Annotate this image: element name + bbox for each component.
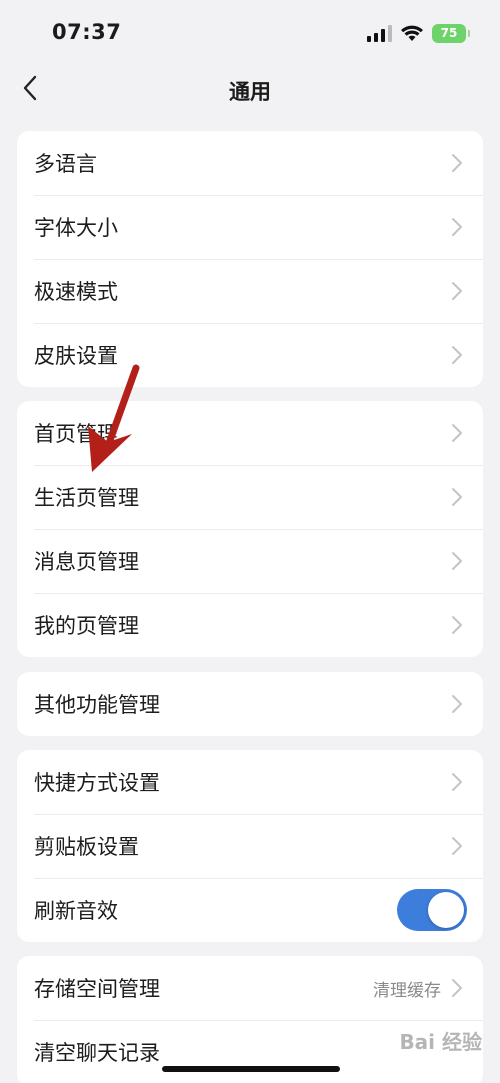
home-indicator[interactable] [162, 1066, 340, 1072]
settings-group-other: 其他功能管理 [17, 672, 483, 736]
watermark-text: Bai 经验 [399, 1030, 482, 1054]
row-shortcut-settings[interactable]: 快捷方式设置 [17, 750, 483, 814]
chevron-right-icon [452, 282, 462, 300]
nav-bar: 通用 [0, 66, 500, 112]
refresh-sound-toggle[interactable] [397, 889, 467, 931]
row-skin-settings[interactable]: 皮肤设置 [17, 323, 483, 387]
row-font-size[interactable]: 字体大小 [17, 195, 483, 259]
wifi-icon [401, 25, 423, 41]
chevron-right-icon [452, 616, 462, 634]
watermark-logo: Bai 经验 [399, 1026, 482, 1055]
row-label: 刷新音效 [34, 899, 118, 923]
status-time: 07:37 [52, 20, 122, 44]
row-life-page-manage[interactable]: 生活页管理 [17, 465, 483, 529]
row-label: 字体大小 [34, 216, 118, 240]
chevron-right-icon [452, 154, 462, 172]
row-multi-language[interactable]: 多语言 [17, 131, 483, 195]
chevron-right-icon [452, 488, 462, 506]
row-label: 极速模式 [34, 280, 118, 304]
chevron-right-icon [452, 773, 462, 791]
chevron-right-icon [452, 979, 462, 997]
row-label: 我的页管理 [34, 614, 139, 638]
row-label: 多语言 [34, 152, 97, 176]
row-my-page-manage[interactable]: 我的页管理 [17, 593, 483, 657]
settings-group-language: 多语言 字体大小 极速模式 皮肤设置 [17, 131, 483, 387]
row-home-page-manage[interactable]: 首页管理 [17, 401, 483, 465]
settings-group-storage: 存储空间管理 清理缓存 清空聊天记录 [17, 956, 483, 1083]
row-label: 存储空间管理 [34, 977, 160, 1001]
battery-level: 75 [440, 26, 458, 40]
clear-cache-value: 清理缓存 [373, 980, 441, 1001]
row-other-features-manage[interactable]: 其他功能管理 [17, 672, 483, 736]
cellular-signal-icon [367, 24, 392, 42]
row-refresh-sound: 刷新音效 [17, 878, 483, 942]
row-clipboard-settings[interactable]: 剪贴板设置 [17, 814, 483, 878]
row-label: 剪贴板设置 [34, 835, 139, 859]
row-label: 消息页管理 [34, 550, 139, 574]
row-label: 其他功能管理 [34, 693, 160, 717]
settings-group-shortcuts: 快捷方式设置 剪贴板设置 刷新音效 [17, 750, 483, 942]
chevron-right-icon [452, 837, 462, 855]
chevron-right-icon [452, 424, 462, 442]
chevron-right-icon [452, 346, 462, 364]
chevron-right-icon [452, 552, 462, 570]
row-speed-mode[interactable]: 极速模式 [17, 259, 483, 323]
row-label: 首页管理 [34, 422, 118, 446]
row-label: 皮肤设置 [34, 344, 118, 368]
toggle-knob [428, 892, 464, 928]
battery-icon: 75 [432, 23, 470, 43]
row-label: 生活页管理 [34, 486, 139, 510]
settings-group-pages: 首页管理 生活页管理 消息页管理 我的页管理 [17, 401, 483, 657]
chevron-right-icon [452, 695, 462, 713]
status-bar: 07:37 75 [0, 0, 500, 66]
row-label: 快捷方式设置 [34, 771, 160, 795]
row-message-page-manage[interactable]: 消息页管理 [17, 529, 483, 593]
status-icons: 75 [367, 22, 470, 44]
page-title: 通用 [229, 80, 271, 104]
row-storage-manage[interactable]: 存储空间管理 清理缓存 [17, 956, 483, 1020]
chevron-right-icon [452, 218, 462, 236]
